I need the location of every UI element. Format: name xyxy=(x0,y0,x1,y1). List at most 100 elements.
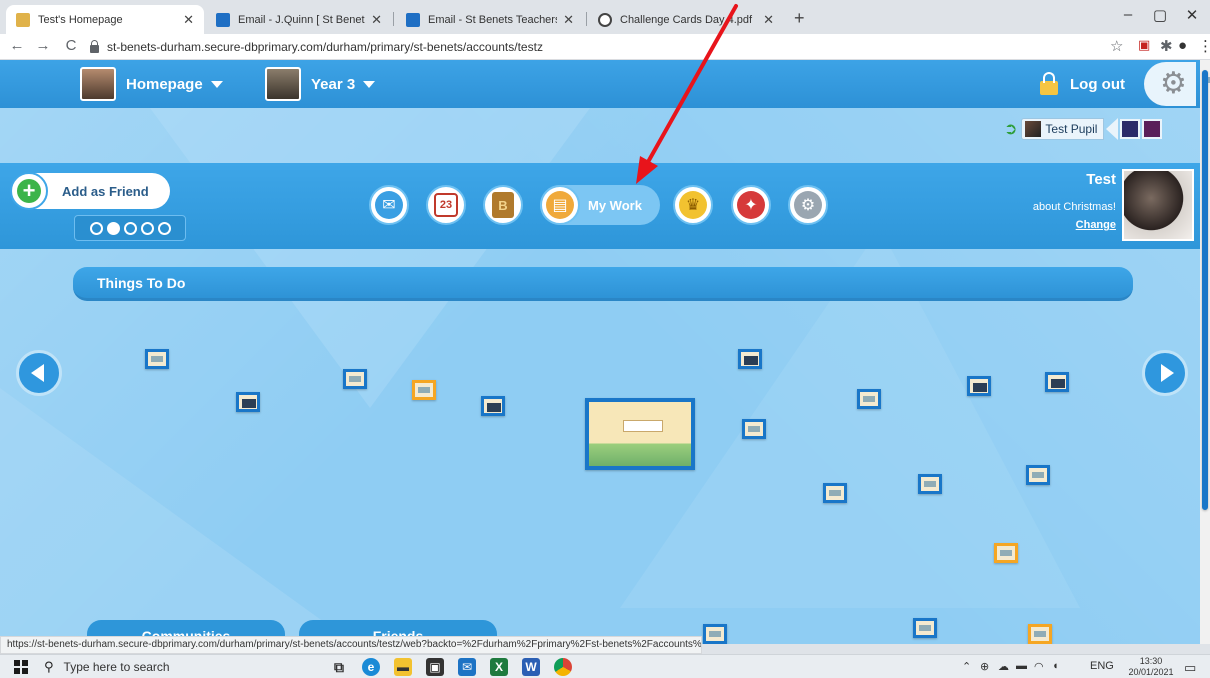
homepage-menu[interactable]: Homepage xyxy=(80,66,223,102)
trophy-icon[interactable]: ♛ xyxy=(673,185,713,225)
activity-thumbnail[interactable] xyxy=(145,349,169,369)
close-tab-icon[interactable]: ✕ xyxy=(371,12,382,28)
close-tab-icon[interactable]: ✕ xyxy=(183,12,194,28)
switch-arrow-icon[interactable]: ➲ xyxy=(1004,119,1017,139)
activity-thumbnail[interactable] xyxy=(1026,465,1050,485)
calendar-icon[interactable]: 23 xyxy=(426,185,466,225)
things-to-do-title: Things To Do xyxy=(97,275,186,291)
my-work-label: My Work xyxy=(588,197,642,213)
year-menu[interactable]: Year 3 xyxy=(265,66,376,102)
tab-homepage[interactable]: Test's Homepage ✕ xyxy=(6,5,204,34)
activity-thumbnail[interactable] xyxy=(1045,372,1069,392)
activity-thumbnail[interactable] xyxy=(823,483,847,503)
activity-thumbnail[interactable] xyxy=(1028,624,1052,644)
url-text: st-benets-durham.secure-dbprimary.com/du… xyxy=(107,40,543,54)
arrow-right-icon xyxy=(1161,364,1174,382)
volume-icon[interactable]: ◖ xyxy=(1052,660,1059,672)
wifi-icon[interactable]: ◠ xyxy=(1034,660,1044,673)
my-work-icon: ▤ xyxy=(540,185,580,225)
pupil-selector[interactable]: Test Pupil xyxy=(1021,118,1105,140)
tray-overflow-icon[interactable]: ⌃ xyxy=(962,660,971,673)
tab-email-teachers[interactable]: Email - St Benets Teachers - Outl ✕ xyxy=(396,5,584,34)
settings-icon[interactable]: ⚙ xyxy=(788,185,828,225)
book-icon[interactable]: B xyxy=(483,185,523,225)
close-tab-icon[interactable]: ✕ xyxy=(763,12,774,28)
word-icon[interactable]: W xyxy=(522,658,540,676)
activity-thumbnail[interactable] xyxy=(918,474,942,494)
meet-now-icon[interactable]: ⊕ xyxy=(980,660,989,673)
close-window-icon[interactable]: ✕ xyxy=(1182,6,1202,24)
tab-title: Challenge Cards Day 4.pdf xyxy=(620,13,753,26)
next-arrow-button[interactable] xyxy=(1142,350,1188,396)
chrome-menu-icon[interactable]: ⋮ xyxy=(1198,37,1210,55)
activity-thumbnail[interactable] xyxy=(703,624,727,644)
pupil-thumb[interactable] xyxy=(1120,119,1141,139)
store-icon[interactable]: ▣ xyxy=(426,658,444,676)
page-dot-active[interactable] xyxy=(106,221,120,235)
excel-icon[interactable]: X xyxy=(490,658,508,676)
mail-icon[interactable]: ✉ xyxy=(458,658,476,676)
maximize-icon[interactable]: ▢ xyxy=(1150,6,1170,24)
new-tab-button[interactable]: + xyxy=(794,8,805,29)
activity-thumbnail[interactable] xyxy=(236,392,260,412)
page-dot[interactable] xyxy=(89,221,103,235)
url-field[interactable]: st-benets-durham.secure-dbprimary.com/du… xyxy=(90,36,1110,58)
add-friend-button[interactable]: + Add as Friend xyxy=(10,172,170,210)
tab-divider xyxy=(393,12,394,26)
postcard-icon[interactable]: ✉ xyxy=(369,185,409,225)
pupil-thumb[interactable] xyxy=(1142,119,1163,139)
change-status-link[interactable]: Change xyxy=(1076,219,1116,231)
file-explorer-icon[interactable]: ▬ xyxy=(394,658,412,676)
minimize-icon[interactable]: – xyxy=(1118,6,1138,23)
globe-favicon-icon xyxy=(598,12,612,27)
activity-thumbnail[interactable] xyxy=(994,543,1018,563)
activity-thumbnail[interactable] xyxy=(857,389,881,409)
page-dot[interactable] xyxy=(123,221,137,235)
activity-thumbnail[interactable] xyxy=(738,349,762,369)
bookmark-star-icon[interactable]: ☆ xyxy=(1110,37,1123,55)
onedrive-icon[interactable]: ☁ xyxy=(998,660,1009,673)
pupil-switcher[interactable]: ➲ Test Pupil xyxy=(1004,118,1163,140)
site-settings-gear-icon[interactable] xyxy=(1144,62,1196,106)
activity-thumbnail-featured[interactable] xyxy=(585,398,695,470)
activity-thumbnail[interactable] xyxy=(343,369,367,389)
tab-divider xyxy=(586,12,587,26)
edge-icon[interactable]: e xyxy=(362,658,380,676)
activity-thumbnail[interactable] xyxy=(742,419,766,439)
language-indicator[interactable]: ENG xyxy=(1090,660,1114,672)
previous-pupil-icon[interactable] xyxy=(1106,118,1119,140)
profile-avatar-icon[interactable]: ● xyxy=(1178,37,1187,54)
activity-thumbnail[interactable] xyxy=(412,380,436,400)
task-view-icon[interactable]: ⧉ xyxy=(330,658,348,676)
background-facet xyxy=(150,108,590,408)
logout-button[interactable]: Log out xyxy=(1040,66,1125,102)
taskbar-search-box[interactable]: ⚲ Type here to search xyxy=(44,657,274,677)
back-icon[interactable]: ← xyxy=(8,37,26,54)
activity-thumbnail[interactable] xyxy=(913,618,937,638)
page-dot[interactable] xyxy=(157,221,171,235)
my-work-button[interactable]: ▤ My Work xyxy=(540,185,660,225)
reload-icon[interactable]: C xyxy=(62,37,80,54)
activity-thumbnail[interactable] xyxy=(967,376,991,396)
battery-icon[interactable]: ▬ xyxy=(1016,660,1027,672)
close-tab-icon[interactable]: ✕ xyxy=(563,12,574,28)
taskbar-clock[interactable]: 13:30 20/01/2021 xyxy=(1128,656,1174,678)
chrome-icon[interactable] xyxy=(554,658,572,676)
page-dot[interactable] xyxy=(140,221,154,235)
profile-toolbar: + Add as Friend ✉ 23 B ▤ My Work ♛ ✦ ⚙ T… xyxy=(0,163,1200,249)
chevron-down-icon xyxy=(210,80,223,88)
forward-icon[interactable]: → xyxy=(34,37,52,54)
tab-challenge-cards[interactable]: Challenge Cards Day 4.pdf ✕ xyxy=(588,5,784,34)
windows-start-icon[interactable] xyxy=(14,660,28,674)
pocket-extension-icon[interactable]: ▣ xyxy=(1138,37,1150,53)
activity-thumbnail[interactable] xyxy=(481,396,505,416)
tab-email-quinn[interactable]: Email - J.Quinn [ St Benet's RCVA ✕ xyxy=(206,5,392,34)
notifications-icon[interactable]: ▭ xyxy=(1184,660,1196,676)
badge-icon[interactable]: ✦ xyxy=(731,185,771,225)
padlock-icon xyxy=(1040,72,1058,95)
previous-arrow-button[interactable] xyxy=(16,350,62,396)
homepage-label: Homepage xyxy=(126,75,203,93)
extensions-puzzle-icon[interactable]: ✱ xyxy=(1160,37,1173,55)
scrollbar-thumb[interactable] xyxy=(1202,70,1210,510)
page-scrollbar[interactable] xyxy=(1200,60,1210,644)
